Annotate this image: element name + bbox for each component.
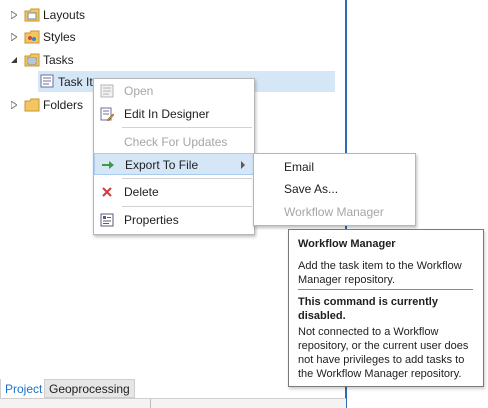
status-strip — [0, 399, 346, 408]
menu-separator — [122, 127, 252, 128]
tasks-folder-icon — [24, 53, 40, 67]
tab-geoprocessing[interactable]: Geoprocessing — [44, 379, 135, 398]
tree-item-styles[interactable]: Styles — [0, 26, 340, 48]
menu-item-label: Delete — [124, 185, 159, 199]
menu-separator — [122, 206, 252, 207]
tooltip-separator — [298, 289, 473, 290]
tab-project[interactable]: Project — [0, 379, 48, 398]
expand-triangle-icon[interactable] — [10, 11, 18, 19]
submenu-item-email[interactable]: Email — [284, 160, 314, 174]
collapse-triangle-icon[interactable] — [10, 56, 18, 64]
tree-item-layouts[interactable]: Layouts — [0, 4, 340, 26]
expand-triangle-icon[interactable] — [10, 33, 18, 41]
submenu-item-save-as[interactable]: Save As... — [284, 182, 338, 196]
menu-item-open[interactable]: Open — [94, 80, 254, 102]
red-x-icon — [100, 185, 114, 199]
tooltip-disabled-description: Not connected to a Workflow repository, … — [298, 326, 469, 380]
status-divider — [150, 399, 151, 408]
tree-item-tasks[interactable]: Tasks — [0, 49, 340, 71]
submenu-item-workflow-manager[interactable]: Workflow Manager — [284, 205, 384, 219]
task-item-icon — [40, 74, 54, 88]
green-arrow-right-icon — [101, 158, 115, 172]
tooltip-workflow-manager: Workflow Manager Add the task item to th… — [288, 229, 484, 387]
menu-item-export-to-file[interactable]: Export To File — [94, 153, 254, 175]
styles-folder-icon — [24, 30, 40, 44]
expand-triangle-icon[interactable] — [10, 101, 18, 109]
open-icon — [100, 84, 114, 98]
tree-item-label: Tasks — [43, 53, 74, 67]
menu-item-label: Open — [124, 84, 154, 98]
menu-item-delete[interactable]: Delete — [94, 181, 254, 203]
tree-item-folders[interactable]: Folders — [0, 94, 90, 116]
tree-item-label: Styles — [43, 30, 76, 44]
tab-label: Project — [5, 381, 43, 396]
export-submenu: Email Save As... Workflow Manager — [253, 153, 416, 226]
folder-icon — [24, 98, 40, 112]
menu-item-label: Check For Updates — [124, 135, 228, 149]
context-menu: Open Edit In Designer Check For Updates … — [93, 78, 255, 235]
layouts-folder-icon — [24, 8, 40, 22]
menu-item-label: Export To File — [125, 158, 199, 172]
properties-icon — [100, 213, 114, 227]
tree-item-label: Layouts — [43, 8, 86, 22]
tooltip-title: Workflow Manager — [298, 238, 396, 250]
menu-item-label: Edit In Designer — [124, 107, 210, 121]
menu-item-edit-in-designer[interactable]: Edit In Designer — [94, 103, 254, 125]
tooltip-disabled-title: This command is currently disabled. — [298, 296, 438, 322]
tab-label: Geoprocessing — [49, 381, 130, 396]
menu-item-label: Properties — [124, 213, 179, 227]
menu-item-check-for-updates[interactable]: Check For Updates — [94, 131, 254, 153]
tree-item-label: Folders — [43, 98, 84, 112]
tooltip-description: Add the task item to the Workflow Manage… — [298, 260, 462, 286]
menu-separator — [122, 178, 252, 179]
edit-designer-icon — [100, 107, 115, 122]
menu-item-properties[interactable]: Properties — [94, 209, 254, 231]
submenu-arrow-icon — [241, 161, 245, 169]
